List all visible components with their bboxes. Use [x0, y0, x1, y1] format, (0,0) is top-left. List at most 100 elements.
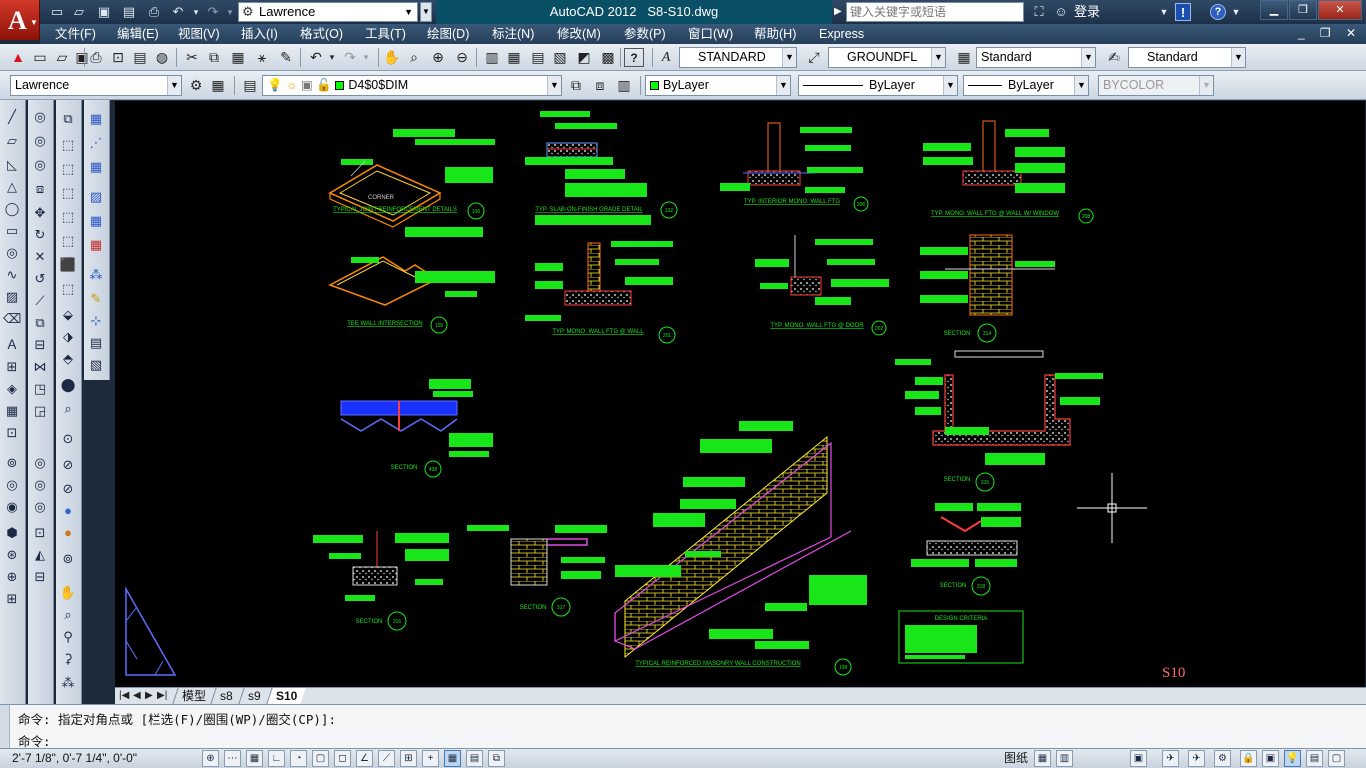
detail-interior-mono-wall[interactable]: TYP. INTERIOR MONO. WALL FTG 206 — [720, 122, 869, 212]
redo-dropdown-icon[interactable]: ▾ — [356, 48, 376, 67]
view-icon[interactable]: ⊙ — [59, 430, 77, 448]
user-icon[interactable]: ☺ — [1052, 3, 1070, 21]
lock-ui-icon[interactable]: 🔒 — [1240, 750, 1257, 767]
menu-modify[interactable]: 修改(M) — [557, 24, 601, 44]
move-icon[interactable]: ✥ — [31, 204, 49, 222]
annotation-scale-icon[interactable]: ✈ — [1162, 750, 1179, 767]
tab-s8[interactable]: s8 — [210, 688, 242, 704]
menu-express[interactable]: Express — [819, 24, 864, 44]
add-block-icon[interactable]: ▦ — [87, 212, 105, 230]
clean-screen-icon[interactable]: ▢ — [1328, 750, 1345, 767]
walk-icon[interactable]: ⚲ — [59, 628, 77, 646]
tab-s10[interactable]: S10 — [266, 688, 306, 704]
binoculars-icon[interactable]: ⛶ — [1030, 3, 1048, 21]
cube3-icon[interactable]: ⬚ — [59, 184, 77, 202]
menu-format[interactable]: 格式(O) — [300, 24, 343, 44]
cube6-icon[interactable]: ⬛ — [59, 256, 77, 274]
construction-line-icon[interactable]: ◺ — [3, 156, 21, 174]
extrude-icon[interactable]: ⬚ — [59, 280, 77, 298]
redo-icon[interactable]: ↷ — [204, 3, 222, 21]
allow-ucs-icon[interactable]: ⟋ — [378, 750, 395, 767]
grid-snap-icon[interactable]: ▦ — [87, 110, 105, 128]
trim-icon[interactable]: ⟋ — [31, 292, 49, 310]
section-icon[interactable]: ⬘ — [59, 350, 77, 368]
copy-icon[interactable]: ⧉ — [204, 48, 224, 67]
navigation-wheel-icon[interactable]: ⊛ — [3, 546, 21, 564]
copy-object-icon[interactable]: ◎ — [31, 132, 49, 150]
login-dropdown-icon[interactable]: ▼ — [1158, 3, 1170, 21]
prev-tab-icon[interactable]: ◀ — [133, 688, 141, 704]
detail-mono-wall-door[interactable]: TYP. MONO. WALL FTG @ DOOR 202 — [755, 235, 889, 336]
menu-help[interactable]: 帮助(H) — [754, 24, 796, 44]
zoom-realtime-icon[interactable]: ⌕ — [404, 48, 424, 67]
hatch-icon[interactable]: ▨ — [3, 288, 21, 306]
status-tray-icon[interactable]: ▤ — [1306, 750, 1323, 767]
open-icon[interactable]: ▱ — [52, 48, 72, 67]
detail-section-314[interactable]: SECTION 314 — [920, 234, 1055, 343]
ortho-mode-icon[interactable]: ∟ — [268, 750, 285, 767]
render-icon[interactable]: ⊕ — [3, 568, 21, 586]
polar-tracking-icon[interactable]: ◔ — [290, 750, 307, 767]
quick-view-layouts-icon[interactable]: ▦ — [1034, 750, 1051, 767]
login-link[interactable]: 登录 — [1074, 0, 1100, 24]
plot-preview-icon[interactable]: ⊡ — [108, 48, 128, 67]
menu-tools[interactable]: 工具(T) — [365, 24, 406, 44]
material-icon[interactable]: ● — [59, 524, 77, 542]
polygon-icon[interactable]: △ — [3, 178, 21, 196]
camera-icon[interactable]: ⊞ — [3, 590, 21, 608]
multileader-style-icon[interactable]: ✍ — [1104, 48, 1124, 67]
circle-icon[interactable]: ◯ — [3, 200, 21, 218]
sphere-icon[interactable]: ⬢ — [3, 524, 21, 542]
blocks-icon[interactable]: ▦ — [87, 158, 105, 176]
selection-cycling-icon[interactable]: ⧉ — [488, 750, 505, 767]
design-criteria-box[interactable]: DESIGN CRITERIA — [898, 610, 1024, 664]
block-editor-icon[interactable]: ✎ — [276, 48, 296, 67]
data-link-icon[interactable]: ▧ — [87, 356, 105, 374]
dim-style-icon[interactable]: ⤢ — [804, 48, 824, 67]
plot-icon[interactable]: ⎙ — [86, 48, 106, 67]
no-entry2-icon[interactable]: ⊘ — [59, 480, 77, 498]
wedge-icon[interactable]: ◭ — [31, 546, 49, 564]
snapshot-icon[interactable]: ⬤ — [59, 376, 77, 394]
multileader-style-combo[interactable]: Standard ▼ — [1128, 47, 1246, 68]
detail-section-317[interactable]: SECTION 317 — [467, 525, 607, 617]
rectangle-icon[interactable]: ▭ — [3, 222, 21, 240]
layer-states-icon[interactable]: ▥ — [614, 76, 634, 95]
calculator-icon[interactable]: ▤ — [87, 334, 105, 352]
detail-section-438[interactable]: SECTION 438 — [340, 379, 493, 478]
edit-block-icon[interactable]: ▨ — [87, 188, 105, 206]
table-icon[interactable]: ▦ — [3, 402, 21, 420]
zoom-window-icon[interactable]: ⊕ — [428, 48, 448, 67]
maximize-viewport-icon[interactable]: ▣ — [1130, 750, 1147, 767]
command-window-handle[interactable] — [0, 705, 10, 749]
fly-icon[interactable]: ⚳ — [59, 650, 77, 668]
undo-icon[interactable]: ↶ — [169, 3, 187, 21]
application-menu-button[interactable]: A ▼ — [0, 0, 40, 40]
menu-edit[interactable]: 编辑(E) — [117, 24, 159, 44]
detail-tee-wall[interactable]: TEE WALL INTERSECTION 105 — [328, 227, 495, 334]
help-icon[interactable]: ? — [1210, 4, 1226, 20]
menu-insert[interactable]: 插入(I) — [241, 24, 278, 44]
node-icon[interactable]: ⋰ — [87, 134, 105, 152]
cut-icon[interactable]: ✂ — [182, 48, 202, 67]
delete-block-icon[interactable]: ▦ — [87, 236, 105, 254]
3d-orbit-icon[interactable]: ◉ — [3, 498, 21, 516]
erase-icon[interactable]: ◎ — [31, 108, 49, 126]
markup-icon[interactable]: ◩ — [574, 48, 594, 67]
extend-icon[interactable]: ⧉ — [31, 314, 49, 332]
cube4-icon[interactable]: ⬚ — [59, 208, 77, 226]
transparency-icon[interactable]: ▦ — [444, 750, 461, 767]
scale-icon[interactable]: ✕ — [31, 248, 49, 266]
tool-palettes-icon[interactable]: ▤ — [528, 48, 548, 67]
publish-icon[interactable]: ▤ — [130, 48, 150, 67]
customize-icon[interactable]: ▦ — [208, 76, 228, 95]
exchange-icon[interactable]: ! — [1175, 3, 1191, 21]
object-snap-icon[interactable]: ▢ — [312, 750, 329, 767]
properties-icon[interactable]: ▥ — [482, 48, 502, 67]
menu-draw[interactable]: 绘图(D) — [427, 24, 469, 44]
detail-wall-window[interactable]: TYP. MONO. WALL FTG @ WALL W/ WINDOW 208 — [923, 120, 1094, 224]
donut-icon[interactable]: ◎ — [3, 244, 21, 262]
linetype-combo[interactable]: ByLayer ▼ — [798, 75, 958, 96]
footprints-icon[interactable]: ⁂ — [59, 674, 77, 692]
cylinder-icon[interactable]: ⊟ — [31, 568, 49, 586]
